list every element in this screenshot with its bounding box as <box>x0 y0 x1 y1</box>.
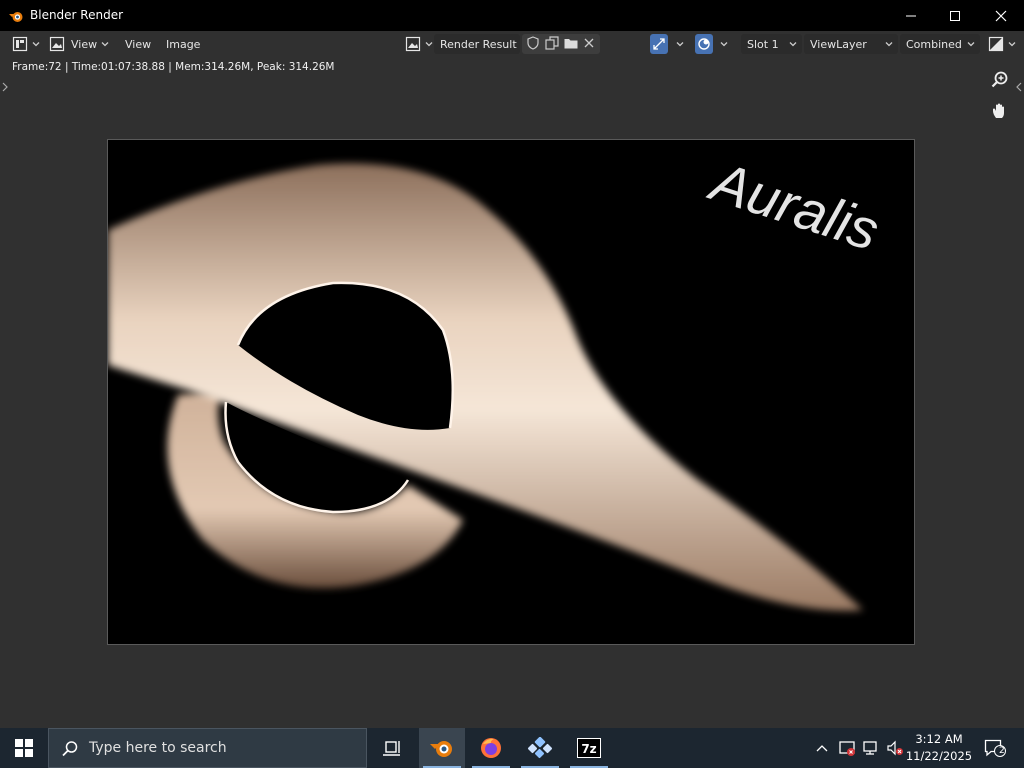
sidebar-expand-icon[interactable] <box>1015 82 1023 92</box>
minimize-icon <box>906 15 916 16</box>
firefox-icon <box>481 738 501 758</box>
menu-view[interactable]: View <box>125 34 151 54</box>
tray-security-icon-button[interactable] <box>836 728 858 768</box>
security-alert-icon <box>839 741 855 756</box>
chevron-down-icon <box>32 42 40 47</box>
image-view-icon <box>49 36 65 52</box>
search-icon <box>62 741 78 757</box>
gizmo-icon <box>653 38 665 50</box>
taskbar-search[interactable]: Type here to search <box>48 728 367 768</box>
minimize-button[interactable] <box>888 0 934 31</box>
editor-type-dropdown[interactable] <box>12 34 41 54</box>
taskbar-app-firefox[interactable] <box>468 728 514 768</box>
fake-user-button[interactable] <box>525 35 541 54</box>
gizmo-dropdown[interactable] <box>672 34 685 54</box>
zoom-icon <box>991 71 1008 88</box>
image-browse-icon <box>405 36 421 52</box>
open-image-button[interactable] <box>563 35 579 54</box>
chevron-down-icon <box>720 42 728 47</box>
view-mode-dropdown[interactable]: View <box>49 34 110 54</box>
pan-button[interactable] <box>987 98 1013 124</box>
taskbar-clock[interactable]: 3:12 AM 11/22/2025 <box>904 731 974 765</box>
close-icon <box>995 10 1007 21</box>
notification-count: 2 <box>999 746 1005 756</box>
task-view-button[interactable] <box>369 728 415 768</box>
render-pass-dropdown[interactable]: Combined <box>900 34 980 54</box>
zoom-button[interactable] <box>987 67 1013 93</box>
overlay-icon <box>698 38 710 50</box>
gamepad-icon <box>527 737 553 759</box>
svg-text:7z: 7z <box>581 742 596 756</box>
task-view-icon <box>383 741 400 756</box>
windows-taskbar: Type here to search 7z 3:12 AM 11/22/202… <box>0 728 1024 768</box>
volume-muted-icon <box>887 740 903 756</box>
image-editor-header: View View Image Render Result Slot 1 Vie… <box>0 31 1024 57</box>
close-button[interactable] <box>978 0 1024 31</box>
slot-dropdown[interactable]: Slot 1 <box>741 34 802 54</box>
taskbar-app-blender[interactable] <box>419 728 465 768</box>
chevron-down-icon <box>789 42 797 47</box>
notification-center-button[interactable]: 2 <box>980 728 1010 768</box>
chevron-down-icon <box>425 42 433 47</box>
image-name-field[interactable]: Render Result <box>434 34 520 54</box>
clock-date: 11/22/2025 <box>905 749 973 763</box>
chevron-down-icon <box>101 42 109 47</box>
image-actions-group <box>522 34 600 54</box>
network-icon <box>863 741 877 755</box>
7zip-icon: 7z <box>577 738 601 758</box>
maximize-icon <box>950 10 960 21</box>
window-title: Blender Render <box>30 8 124 22</box>
display-channels-icon <box>988 36 1004 52</box>
render-result-image[interactable]: Auralis <box>107 139 915 645</box>
search-placeholder: Type here to search <box>89 740 227 756</box>
new-image-button[interactable] <box>544 35 560 54</box>
blender-logo-icon <box>430 741 452 757</box>
taskbar-app-7zip[interactable]: 7z <box>566 728 612 768</box>
duplicate-icon <box>545 35 559 50</box>
maximize-button[interactable] <box>932 0 978 31</box>
image-editor-icon <box>12 36 28 52</box>
logo-text: Auralis <box>701 149 886 263</box>
viewlayer-dropdown[interactable]: ViewLayer <box>804 34 898 54</box>
chevron-down-icon <box>885 42 893 47</box>
taskbar-app-gamepad[interactable] <box>517 728 563 768</box>
windows-logo-icon <box>15 739 33 757</box>
chevron-down-icon <box>676 42 684 47</box>
window-titlebar: Blender Render <box>0 0 1024 32</box>
start-button[interactable] <box>0 728 48 768</box>
blender-logo-icon <box>9 12 23 22</box>
render-stats: Frame:72 | Time:01:07:38.88 | Mem:314.26… <box>12 61 335 73</box>
browse-image-dropdown[interactable] <box>405 34 434 54</box>
menu-image[interactable]: Image <box>166 34 200 54</box>
tray-volume-button[interactable] <box>884 728 906 768</box>
render-artwork: Auralis <box>108 149 887 611</box>
overlay-dropdown[interactable] <box>716 34 729 54</box>
show-hidden-icons-button[interactable] <box>812 728 832 768</box>
overlay-toggle[interactable] <box>695 34 713 54</box>
tray-network-button[interactable] <box>860 728 882 768</box>
toolbar-expand-icon[interactable] <box>1 82 9 92</box>
shield-icon <box>527 35 539 50</box>
unlink-image-button[interactable] <box>583 37 595 52</box>
clock-time: 3:12 AM <box>915 732 963 746</box>
chevron-down-icon <box>967 42 975 47</box>
gizmo-toggle[interactable] <box>650 34 668 54</box>
display-channels-dropdown[interactable] <box>988 34 1017 54</box>
folder-icon <box>564 38 578 48</box>
view-mode-label: View <box>71 37 98 51</box>
chevron-up-icon <box>816 745 828 752</box>
hand-icon <box>993 103 1004 118</box>
x-icon <box>584 38 594 47</box>
chevron-down-icon <box>1008 42 1016 47</box>
